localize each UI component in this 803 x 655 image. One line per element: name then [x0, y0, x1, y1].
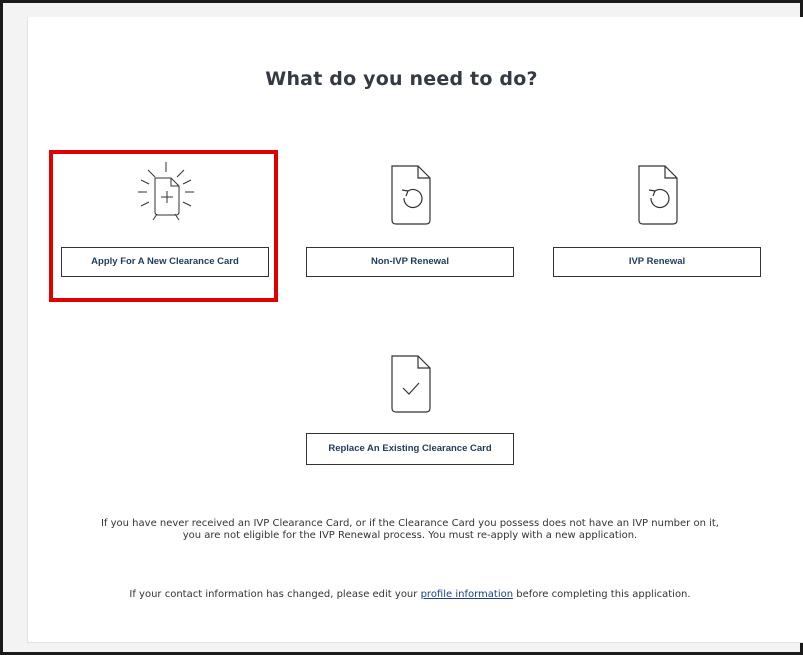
profile-information-link[interactable]: profile information: [421, 589, 513, 600]
option-ivp-renewal[interactable]: IVP Renewal: [553, 160, 763, 280]
selection-highlight: [49, 150, 278, 302]
renew-document-icon: [386, 160, 436, 234]
contact-note-prefix: If your contact information has changed,…: [129, 589, 418, 600]
replace-card-button[interactable]: Replace An Existing Clearance Card: [306, 433, 514, 465]
renew-document-icon: [633, 160, 683, 234]
contact-note-suffix: before completing this application.: [516, 589, 691, 600]
check-document-icon: [386, 350, 436, 422]
non-ivp-renewal-button[interactable]: Non-IVP Renewal: [306, 247, 514, 277]
contact-note: If your contact information has changed,…: [100, 589, 720, 601]
option-replace-card[interactable]: Replace An Existing Clearance Card: [306, 350, 516, 468]
content-panel: [27, 17, 803, 643]
ivp-renewal-button[interactable]: IVP Renewal: [553, 247, 761, 277]
eligibility-note: If you have never received an IVP Cleara…: [100, 518, 719, 541]
option-non-ivp-renewal[interactable]: Non-IVP Renewal: [306, 160, 516, 280]
page-title: What do you need to do?: [265, 68, 538, 90]
